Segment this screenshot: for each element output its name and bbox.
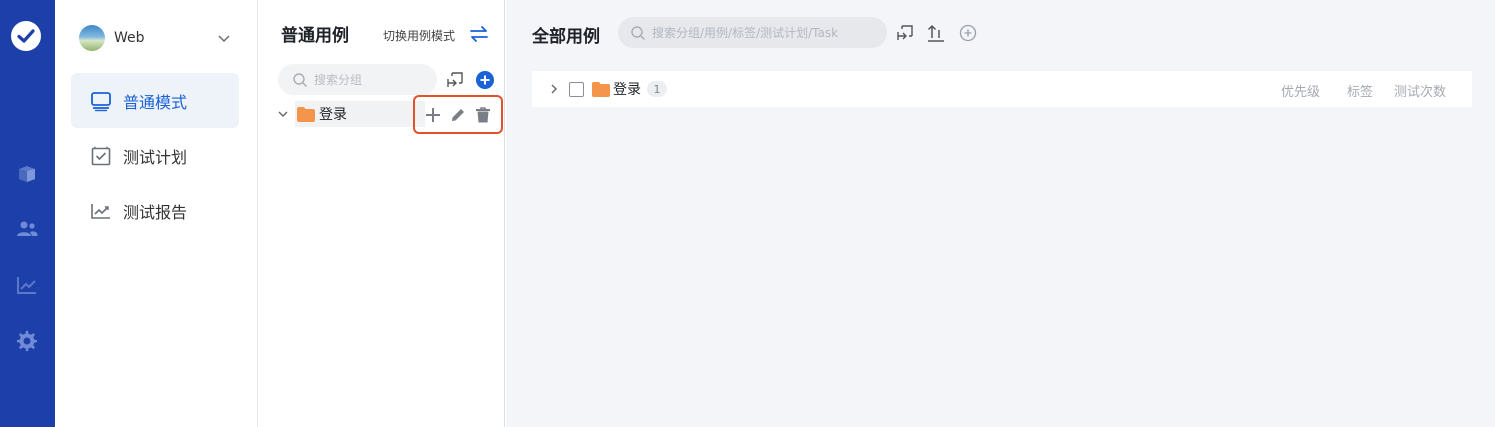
mode-item-test-report[interactable]: 测试报告 [71,183,239,238]
main-content: 全部用例 登录 1 优先级 标签 测 [506,0,1495,427]
mode-sidebar: Web 普通模式 测试计划 测试报告 [55,0,258,427]
checklist-icon [90,145,112,167]
upload-sort-icon[interactable] [926,23,946,43]
mode-item-test-plan[interactable]: 测试计划 [71,128,239,183]
app: Web 普通模式 测试计划 测试报告 普通用例 切换用例模式 搜索分组 登录 全… [0,0,1495,427]
folder-icon [592,81,610,97]
column-priority[interactable]: 优先级 [1281,81,1320,100]
project-avatar [79,25,105,51]
tree-search-input[interactable] [314,72,424,87]
mode-item-normal[interactable]: 普通模式 [71,73,239,128]
search-icon [630,25,646,41]
table-row[interactable]: 登录 1 [532,71,1472,107]
monitor-icon [90,90,112,112]
row-label: 登录 [613,82,641,98]
tree-search-box [278,64,437,95]
main-search-box [618,17,887,48]
delete-trash-icon[interactable] [473,105,493,125]
edit-pencil-icon[interactable] [448,105,468,125]
add-circle-icon[interactable] [475,70,495,90]
tree-node-content[interactable]: 登录 [295,101,425,127]
mode-item-label: 普通模式 [123,92,188,112]
column-test-count[interactable]: 测试次数 [1394,81,1446,100]
column-tags[interactable]: 标签 [1347,81,1373,100]
row-checkbox[interactable] [569,81,584,97]
chevron-down-icon[interactable] [277,108,289,120]
count-badge: 1 [647,81,667,97]
left-rail [0,0,55,427]
node-action-group [413,95,503,134]
swap-arrows-icon[interactable] [469,24,489,44]
app-logo-icon[interactable] [11,21,41,51]
members-icon[interactable] [15,217,39,241]
add-icon[interactable] [423,105,443,125]
page-title: 全部用例 [532,27,600,47]
switch-case-mode-link[interactable]: 切换用例模式 [383,27,455,44]
project-selector[interactable]: Web [79,24,239,52]
case-tree-panel: 普通用例 切换用例模式 登录 [259,0,505,427]
tree-panel-title: 普通用例 [281,26,349,46]
search-icon [292,72,308,88]
mode-item-label: 测试报告 [123,202,188,222]
statistics-icon[interactable] [15,273,39,297]
settings-gear-icon[interactable] [15,329,39,353]
tree-node-label: 登录 [319,107,347,123]
mode-item-label: 测试计划 [123,147,188,167]
import-case-icon[interactable] [445,70,465,90]
chevron-right-icon[interactable] [548,83,560,95]
cases-cube-icon[interactable] [15,162,39,186]
import-case-icon[interactable] [895,23,915,43]
folder-icon [297,106,315,122]
trend-chart-icon [90,200,112,222]
main-search-input[interactable] [652,25,872,40]
add-circle-outline-icon[interactable] [958,23,978,43]
chevron-down-icon [217,30,231,49]
project-name: Web [114,30,145,46]
